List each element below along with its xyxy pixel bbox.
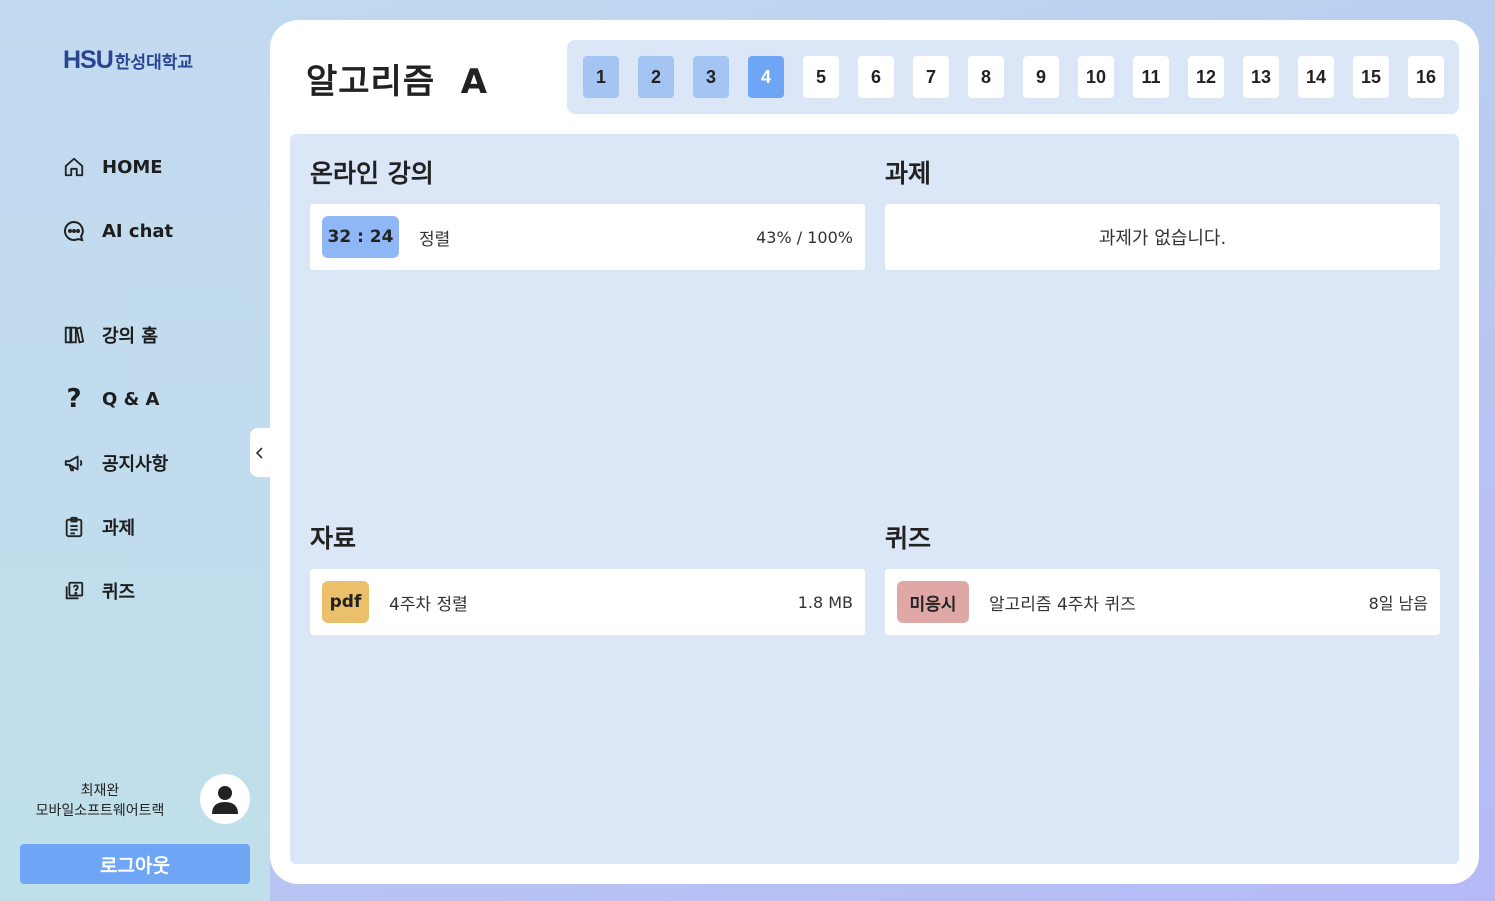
material-size: 1.8 MB <box>797 592 853 612</box>
logo-text: 한성대학교 <box>114 53 193 73</box>
lecture-card[interactable]: 32 : 24 정렬 43% / 100% <box>310 204 865 270</box>
page-title: 알고리즘 A <box>306 62 489 102</box>
question-mark-icon: ? <box>66 384 82 414</box>
week-button-12[interactable]: 12 <box>1188 56 1224 98</box>
sidebar-item-course-home[interactable]: 강의 홈 <box>62 322 158 348</box>
lecture-progress: 43% / 100% <box>756 227 853 247</box>
avatar[interactable] <box>200 774 250 824</box>
week-selector: 1 2 3 4 5 6 7 8 9 10 11 12 13 14 15 16 <box>567 40 1459 114</box>
logout-button[interactable]: 로그아웃 <box>20 844 250 884</box>
sidebar-item-label: 공지사항 <box>102 454 169 475</box>
sidebar-item-label: Q & A <box>102 388 160 410</box>
week-button-11[interactable]: 11 <box>1133 56 1169 98</box>
week-content-panel: 온라인 강의 32 : 24 정렬 43% / 100% 과제 과제가 없습니다… <box>290 134 1459 864</box>
sidebar-item-label: HOME <box>102 156 163 178</box>
week-button-10[interactable]: 10 <box>1078 56 1114 98</box>
sidebar-collapse-button[interactable] <box>250 428 270 477</box>
assignment-empty-message: 과제가 없습니다. <box>1098 228 1227 249</box>
quiz-card[interactable]: 미응시 알고리즘 4주차 퀴즈 8일 남음 <box>885 569 1440 635</box>
user-profile: 최재완 모바일소프트웨어트랙 <box>20 774 250 826</box>
person-icon <box>212 786 238 814</box>
week-button-13[interactable]: 13 <box>1243 56 1279 98</box>
sidebar-item-ai-chat[interactable]: AI chat <box>62 219 173 243</box>
materials-title: 자료 <box>310 524 357 553</box>
sidebar-item-label: 과제 <box>102 518 136 539</box>
quiz-remaining: 8일 남음 <box>1368 594 1428 613</box>
week-button-9[interactable]: 9 <box>1023 56 1059 98</box>
chat-bubble-icon <box>62 219 86 243</box>
quiz-icon <box>62 579 86 603</box>
week-button-8[interactable]: 8 <box>968 56 1004 98</box>
week-button-14[interactable]: 14 <box>1298 56 1334 98</box>
quiz-title: 퀴즈 <box>885 524 932 553</box>
sidebar-item-label: AI chat <box>102 220 174 242</box>
online-lecture-title: 온라인 강의 <box>310 159 434 188</box>
user-department: 모바일소프트웨어트랙 <box>35 803 165 819</box>
sidebar-item-qna[interactable]: ? Q & A <box>62 384 160 414</box>
home-icon <box>62 155 86 179</box>
logo-mark: HSU <box>63 46 114 74</box>
week-button-2[interactable]: 2 <box>638 56 674 98</box>
clipboard-icon <box>62 515 86 539</box>
main-content: 알고리즘 A 1 2 3 4 5 6 7 8 9 10 11 12 13 14 … <box>270 20 1479 884</box>
sidebar-item-assignments[interactable]: 과제 <box>62 514 135 540</box>
megaphone-icon <box>62 451 86 475</box>
sidebar-item-label: 퀴즈 <box>102 582 136 603</box>
sidebar-item-quiz[interactable]: 퀴즈 <box>62 578 135 604</box>
assignment-card: 과제가 없습니다. <box>885 204 1440 270</box>
quiz-name: 알고리즘 4주차 퀴즈 <box>989 594 1136 615</box>
week-button-7[interactable]: 7 <box>913 56 949 98</box>
books-icon <box>62 323 86 347</box>
quiz-status-badge: 미응시 <box>897 581 969 623</box>
week-button-16[interactable]: 16 <box>1408 56 1444 98</box>
pdf-badge: pdf <box>322 581 369 623</box>
chevron-left-icon <box>255 446 263 459</box>
week-button-4[interactable]: 4 <box>748 56 784 98</box>
material-name: 4주차 정렬 <box>389 594 468 615</box>
sidebar: HSU 한성대학교 HOME AI chat 강의 홈 ? Q & A 공지사항 <box>0 0 270 901</box>
week-button-3[interactable]: 3 <box>693 56 729 98</box>
university-logo[interactable]: HSU 한성대학교 <box>63 46 193 75</box>
week-button-1[interactable]: 1 <box>583 56 619 98</box>
week-button-6[interactable]: 6 <box>858 56 894 98</box>
assignment-title: 과제 <box>885 159 932 188</box>
sidebar-item-home[interactable]: HOME <box>62 155 163 179</box>
sidebar-item-label: 강의 홈 <box>102 326 158 347</box>
user-name: 최재완 <box>80 783 120 799</box>
lecture-name: 정렬 <box>419 229 451 250</box>
duration-badge: 32 : 24 <box>322 216 399 258</box>
sidebar-item-notices[interactable]: 공지사항 <box>62 450 168 476</box>
material-card[interactable]: pdf 4주차 정렬 1.8 MB <box>310 569 865 635</box>
week-button-15[interactable]: 15 <box>1353 56 1389 98</box>
week-button-5[interactable]: 5 <box>803 56 839 98</box>
